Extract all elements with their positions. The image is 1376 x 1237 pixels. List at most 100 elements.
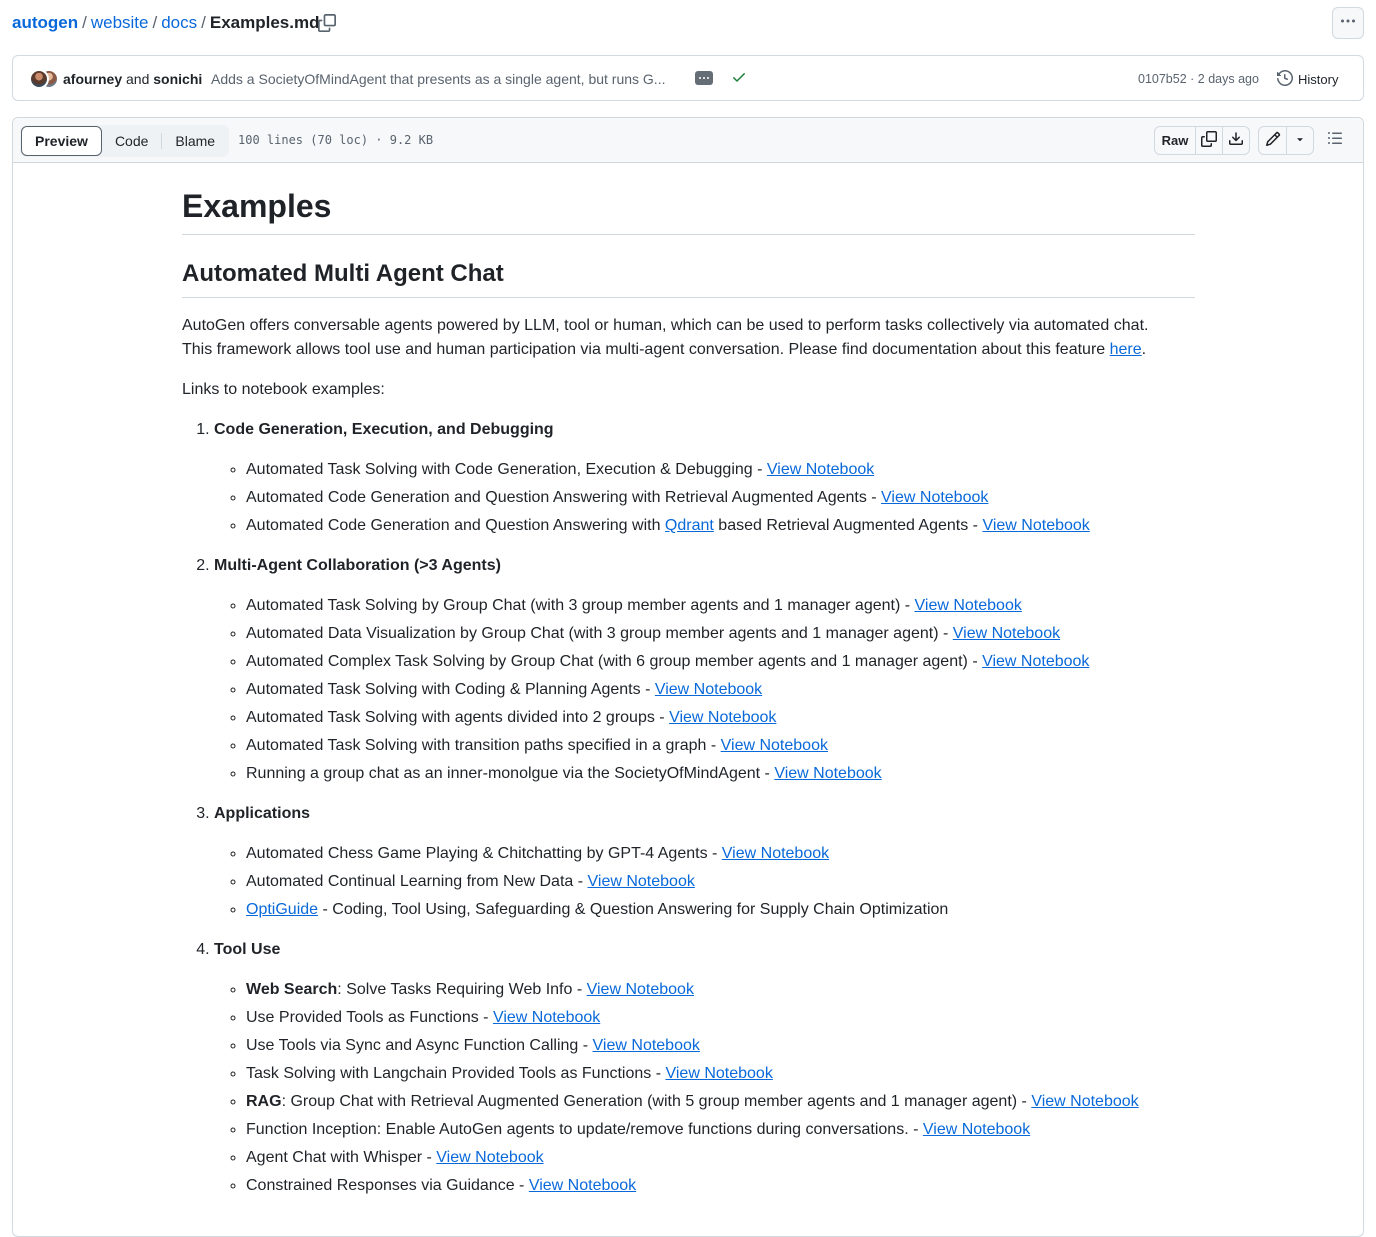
- optiguide-link[interactable]: OptiGuide: [246, 901, 318, 918]
- copy-icon: [1201, 131, 1217, 150]
- history-button[interactable]: History: [1273, 65, 1342, 93]
- commit-sha-and-date[interactable]: 0107b52 · 2 days ago: [1138, 70, 1259, 88]
- view-notebook-link[interactable]: View Notebook: [436, 1149, 543, 1166]
- list-item: Constrained Responses via Guidance - Vie…: [246, 1174, 1195, 1198]
- more-options-button[interactable]: [1332, 7, 1364, 39]
- latest-commit-bar: afourney and sonichi Adds a SocietyOfMin…: [12, 55, 1364, 101]
- view-notebook-link[interactable]: View Notebook: [588, 873, 695, 890]
- breadcrumb: autogen / website / docs / Examples.md: [12, 12, 319, 34]
- list-item: Automated Code Generation and Question A…: [246, 514, 1195, 538]
- markdown-body: Examples Automated Multi Agent Chat Auto…: [182, 186, 1195, 1198]
- item-text: Automated Task Solving with Coding & Pla…: [246, 681, 655, 698]
- view-notebook-link[interactable]: View Notebook: [587, 981, 694, 998]
- item-text: based Retrieval Augmented Agents -: [713, 517, 983, 534]
- raw-button[interactable]: Raw: [1155, 127, 1196, 154]
- item-text: Automated Task Solving with agents divid…: [246, 709, 670, 726]
- commit-message-link[interactable]: Adds a SocietyOfMindAgent that presents …: [211, 70, 686, 88]
- list-item: Automated Complex Task Solving by Group …: [246, 650, 1195, 674]
- page-title: Examples: [182, 186, 1195, 235]
- outline-button[interactable]: [1321, 126, 1349, 155]
- list-item: Automated Task Solving with Coding & Pla…: [246, 678, 1195, 702]
- commit-author-link[interactable]: sonichi: [153, 71, 202, 87]
- list-item: Automated Task Solving with transition p…: [246, 734, 1195, 758]
- item-text: Use Provided Tools as Functions -: [246, 1009, 493, 1026]
- tab-blame[interactable]: Blame: [162, 126, 228, 156]
- list-item: OptiGuide - Coding, Tool Using, Safeguar…: [246, 898, 1195, 922]
- view-notebook-link[interactable]: View Notebook: [915, 597, 1022, 614]
- links-intro: Links to notebook examples:: [182, 381, 385, 398]
- view-notebook-link[interactable]: View Notebook: [593, 1037, 700, 1054]
- intro-text: This framework allows tool use and human…: [182, 341, 1110, 358]
- view-notebook-link[interactable]: View Notebook: [665, 1065, 772, 1082]
- breadcrumb-website-link[interactable]: website: [91, 13, 149, 32]
- download-button[interactable]: [1223, 127, 1249, 154]
- expand-commit-message-button[interactable]: [695, 71, 713, 85]
- breadcrumb-separator: /: [201, 13, 206, 32]
- commit-authors: afourney and sonichi: [63, 70, 202, 88]
- view-notebook-link[interactable]: View Notebook: [493, 1009, 600, 1026]
- edit-actions-group: [1258, 126, 1314, 155]
- breadcrumb-docs-link[interactable]: docs: [161, 13, 197, 32]
- copy-icon[interactable]: [318, 14, 338, 34]
- commit-avatars: [29, 68, 59, 90]
- list-item: Automated Data Visualization by Group Ch…: [246, 622, 1195, 646]
- edit-dropdown-button[interactable]: [1287, 127, 1313, 154]
- view-notebook-link[interactable]: View Notebook: [722, 845, 829, 862]
- commit-author-link[interactable]: afourney: [63, 71, 122, 87]
- item-text: Constrained Responses via Guidance -: [246, 1177, 529, 1194]
- history-icon: [1277, 69, 1294, 89]
- list-item: Code Generation, Execution, and Debuggin…: [214, 418, 1195, 538]
- view-notebook-link[interactable]: View Notebook: [774, 765, 881, 782]
- edit-file-button[interactable]: [1259, 127, 1287, 154]
- list-item: Multi-Agent Collaboration (>3 Agents) Au…: [214, 554, 1195, 786]
- file-size-info: 100 lines (70 loc) · 9.2 KB: [238, 133, 434, 147]
- view-notebook-link[interactable]: View Notebook: [669, 709, 776, 726]
- avatar[interactable]: [29, 69, 49, 89]
- item-bold-label: Web Search: [246, 981, 338, 998]
- commit-authors-conjunction: and: [126, 71, 150, 87]
- category-title: Multi-Agent Collaboration (>3 Agents): [214, 557, 501, 574]
- tab-preview[interactable]: Preview: [21, 126, 102, 156]
- item-text: Function Inception: Enable AutoGen agent…: [246, 1121, 923, 1138]
- view-notebook-link[interactable]: View Notebook: [721, 737, 828, 754]
- breadcrumb-separator: /: [82, 13, 87, 32]
- item-text: Automated Task Solving with transition p…: [246, 737, 721, 754]
- view-notebook-link[interactable]: View Notebook: [923, 1121, 1030, 1138]
- category-title: Code Generation, Execution, and Debuggin…: [214, 421, 554, 438]
- list-item: Task Solving with Langchain Provided Too…: [246, 1062, 1195, 1086]
- download-icon: [1228, 131, 1244, 150]
- list-item: RAG: Group Chat with Retrieval Augmented…: [246, 1090, 1195, 1114]
- list-item: Automated Task Solving with Code Generat…: [246, 458, 1195, 482]
- view-notebook-link[interactable]: View Notebook: [982, 653, 1089, 670]
- list-unordered-icon: [1327, 130, 1343, 151]
- view-notebook-link[interactable]: View Notebook: [655, 681, 762, 698]
- item-text: Automated Data Visualization by Group Ch…: [246, 625, 953, 642]
- notebook-list: Automated Chess Game Playing & Chitchatt…: [214, 842, 1195, 922]
- item-text: : Solve Tasks Requiring Web Info -: [337, 981, 587, 998]
- view-notebook-link[interactable]: View Notebook: [982, 517, 1089, 534]
- copy-raw-button[interactable]: [1196, 127, 1223, 154]
- list-item: Use Tools via Sync and Async Function Ca…: [246, 1034, 1195, 1058]
- check-icon[interactable]: [731, 69, 749, 87]
- notebook-list: Automated Task Solving with Code Generat…: [214, 458, 1195, 538]
- view-notebook-link[interactable]: View Notebook: [881, 489, 988, 506]
- raw-actions-group: Raw: [1154, 126, 1250, 155]
- list-item: Agent Chat with Whisper - View Notebook: [246, 1146, 1195, 1170]
- docs-here-link[interactable]: here: [1110, 341, 1142, 358]
- examples-list: Code Generation, Execution, and Debuggin…: [182, 418, 1195, 1198]
- view-notebook-link[interactable]: View Notebook: [767, 461, 874, 478]
- item-text: Automated Complex Task Solving by Group …: [246, 653, 983, 670]
- breadcrumb-repo-link[interactable]: autogen: [12, 13, 78, 32]
- view-notebook-link[interactable]: View Notebook: [529, 1177, 636, 1194]
- qdrant-link[interactable]: Qdrant: [665, 517, 714, 534]
- item-text: Automated Code Generation and Question A…: [246, 517, 665, 534]
- item-text: Automated Task Solving by Group Chat (wi…: [246, 597, 915, 614]
- breadcrumb-file-name: Examples.md: [209, 13, 320, 32]
- tab-code[interactable]: Code: [102, 126, 161, 156]
- item-text: - Coding, Tool Using, Safeguarding & Que…: [318, 901, 949, 918]
- view-notebook-link[interactable]: View Notebook: [1031, 1093, 1138, 1110]
- category-title: Applications: [214, 805, 311, 822]
- view-notebook-link[interactable]: View Notebook: [953, 625, 1060, 642]
- list-item: Running a group chat as an inner-monolgu…: [246, 762, 1195, 786]
- intro-paragraph: AutoGen offers conversable agents powere…: [182, 314, 1195, 362]
